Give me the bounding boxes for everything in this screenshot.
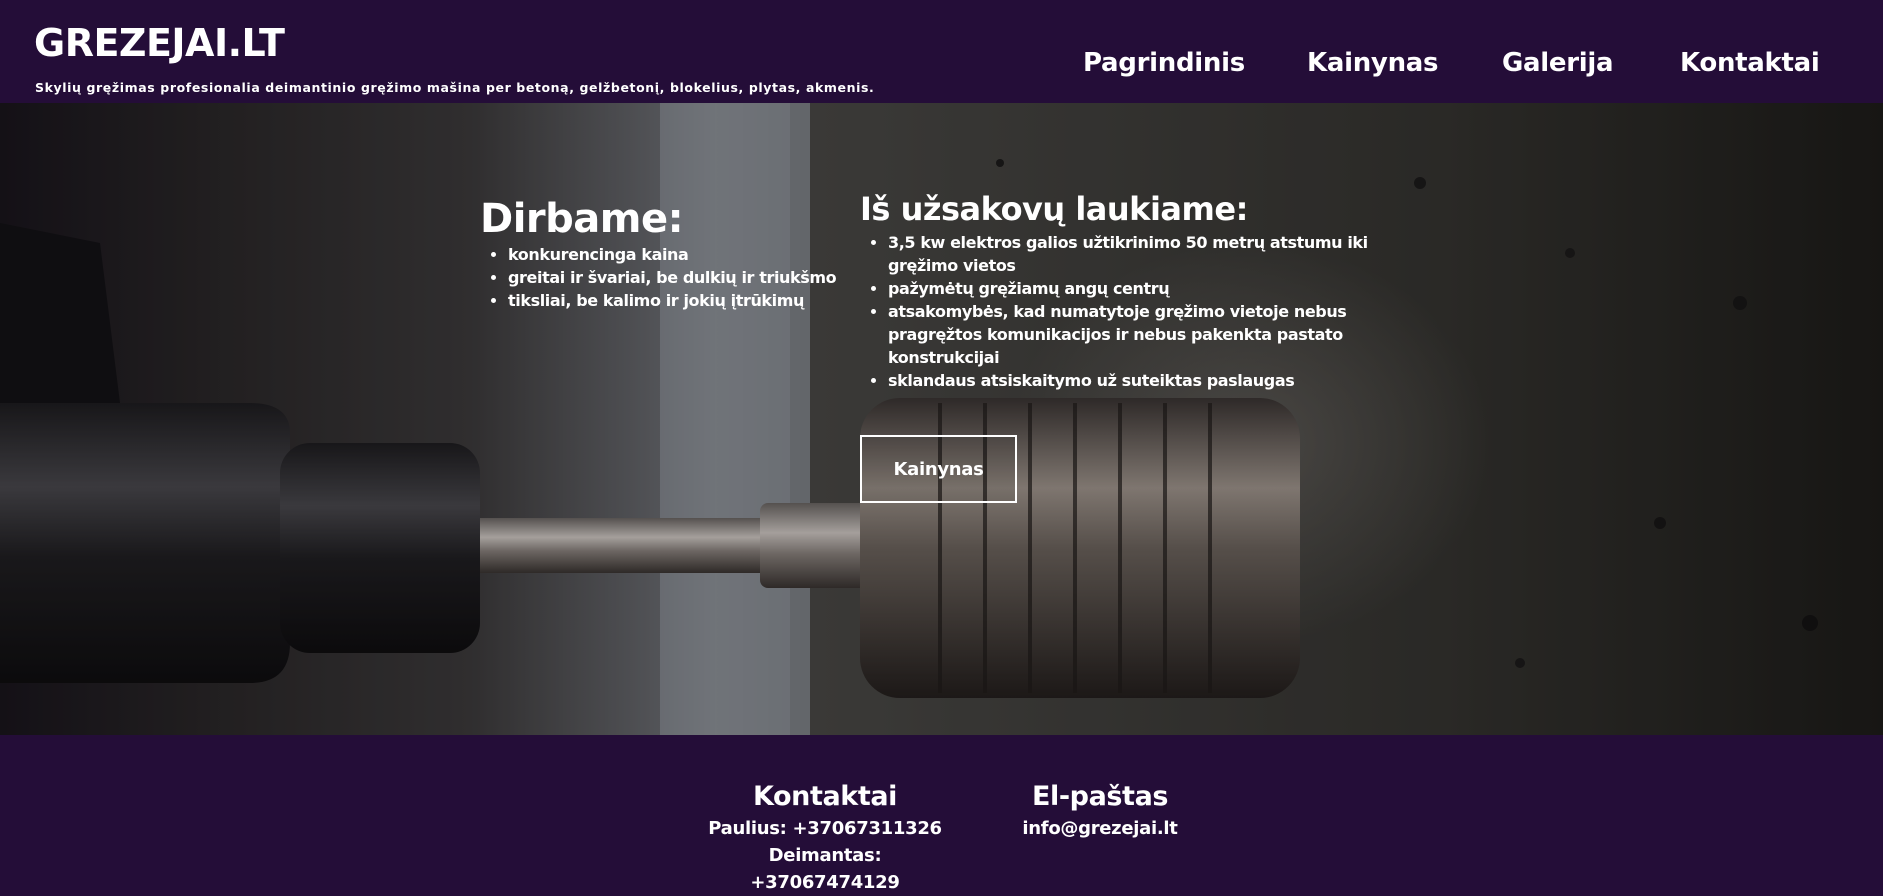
list-item: 3,5 kw elektros galios užtikrinimo 50 me… — [888, 231, 1408, 277]
phone-deimantas[interactable]: Deimantas: +37067474129 — [695, 842, 955, 896]
pricing-button[interactable]: Kainynas — [860, 435, 1017, 503]
list-item: greitai ir švariai, be dulkių ir triukšm… — [508, 266, 837, 289]
footer-contacts: Kontaktai Paulius: +37067311326 Deimanta… — [695, 783, 955, 896]
list-item: pažymėtų gręžiamų angų centrų — [888, 277, 1408, 300]
list-item: atsakomybės, kad numatytoje gręžimo viet… — [888, 300, 1408, 369]
nav-item-pagrindinis[interactable]: Pagrindinis — [1083, 48, 1245, 78]
list-item: sklandaus atsiskaitymo už suteiktas pasl… — [888, 369, 1408, 392]
footer-email: El-paštas info@grezejai.lt — [1020, 783, 1180, 842]
work-column: Dirbame: konkurencinga kaina greitai ir … — [480, 193, 837, 312]
site-header: GREZEJAI.LT Skylių gręžimas profesionali… — [0, 0, 1883, 103]
site-logo[interactable]: GREZEJAI.LT — [34, 24, 285, 62]
requirements-list: 3,5 kw elektros galios užtikrinimo 50 me… — [860, 231, 1408, 392]
work-list: konkurencinga kaina greitai ir švariai, … — [480, 243, 837, 312]
site-tagline: Skylių gręžimas profesionalia deimantini… — [35, 80, 875, 95]
list-item: tiksliai, be kalimo ir jokių įtrūkimų — [508, 289, 836, 312]
nav-item-kontaktai[interactable]: Kontaktai — [1680, 48, 1820, 78]
requirements-heading: Iš užsakovų laukiame: — [860, 190, 1248, 228]
work-heading: Dirbame: — [480, 196, 684, 242]
site-footer: Kontaktai Paulius: +37067311326 Deimanta… — [0, 735, 1883, 893]
footer-email-heading: El-paštas — [1031, 781, 1169, 812]
hero-section: Dirbame: konkurencinga kaina greitai ir … — [0, 103, 1883, 735]
footer-contacts-heading: Kontaktai — [752, 781, 898, 812]
nav-item-kainynas[interactable]: Kainynas — [1307, 48, 1439, 78]
nav-item-galerija[interactable]: Galerija — [1502, 48, 1614, 78]
phone-paulius[interactable]: Paulius: +37067311326 — [695, 815, 955, 842]
email-link[interactable]: info@grezejai.lt — [1020, 815, 1180, 842]
list-item: konkurencinga kaina — [508, 243, 836, 266]
requirements-column: Iš užsakovų laukiame: 3,5 kw elektros ga… — [860, 193, 1408, 392]
